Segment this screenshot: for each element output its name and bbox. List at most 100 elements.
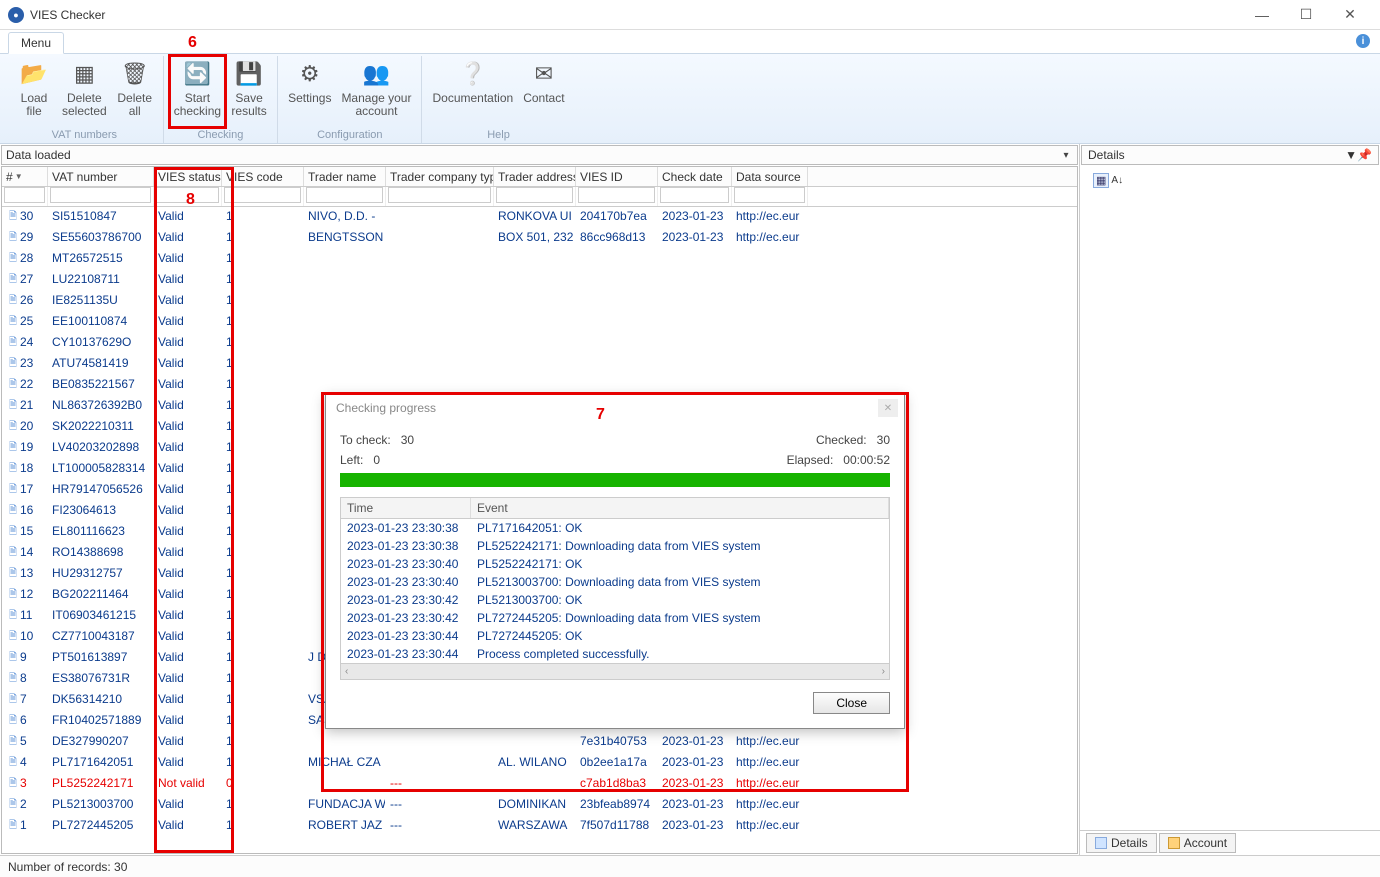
- left-value: 0: [373, 453, 380, 467]
- table-row[interactable]: 🗎25EE100110874Valid1: [2, 312, 1077, 333]
- ribbon-delete-selected[interactable]: ▦Delete selected: [58, 56, 111, 127]
- ribbon-start-checking[interactable]: 🔄Start checking: [170, 56, 225, 127]
- settings-label: Settings: [288, 92, 331, 105]
- table-row[interactable]: 🗎23ATU74581419Valid1: [2, 354, 1077, 375]
- ribbon-contact[interactable]: ✉Contact: [519, 56, 568, 127]
- cell: [386, 207, 494, 228]
- table-row[interactable]: 🗎24CY10137629OValid1: [2, 333, 1077, 354]
- cell: [386, 249, 494, 270]
- filter-input[interactable]: [50, 187, 151, 203]
- cell: Valid: [154, 249, 222, 270]
- cell: 1: [222, 312, 304, 333]
- cell: LV40203202898: [48, 438, 154, 459]
- table-row[interactable]: 🗎29SE55603786700Valid1BENGTSSONBOX 501, …: [2, 228, 1077, 249]
- column-header[interactable]: Trader address: [494, 167, 576, 186]
- cell: [494, 291, 576, 312]
- pin-icon[interactable]: 📌: [1357, 148, 1372, 162]
- table-row[interactable]: 🗎30SI51510847Valid1NIVO, D.D. -RONKOVA U…: [2, 207, 1077, 228]
- dropdown-icon[interactable]: ▼: [1345, 148, 1357, 162]
- minimize-button[interactable]: —: [1240, 1, 1284, 29]
- ribbon-save-results[interactable]: 💾Save results: [227, 56, 271, 127]
- cell: 🗎27: [2, 270, 48, 291]
- filter-input[interactable]: [734, 187, 805, 203]
- row-doc-icon: 🗎: [6, 650, 20, 667]
- filter-input[interactable]: [4, 187, 45, 203]
- column-header[interactable]: #▼: [2, 167, 48, 186]
- annotation-7: 7: [596, 406, 605, 424]
- cell: Valid: [154, 669, 222, 690]
- cell: 1: [222, 669, 304, 690]
- row-doc-icon: 🗎: [6, 524, 20, 541]
- ribbon-manage-account[interactable]: 👥Manage your account: [337, 56, 415, 127]
- cell: 1: [222, 627, 304, 648]
- table-row[interactable]: 🗎5DE327990207Valid17e31b407532023-01-23h…: [2, 732, 1077, 753]
- table-row[interactable]: 🗎4PL7171642051Valid1MICHAŁ CZAAL. WILANO…: [2, 753, 1077, 774]
- row-doc-icon: 🗎: [6, 398, 20, 415]
- load-file-label: Load file: [21, 92, 48, 118]
- table-row[interactable]: 🗎26IE8251135UValid1: [2, 291, 1077, 312]
- row-doc-icon: 🗎: [6, 230, 20, 247]
- cell: 🗎11: [2, 606, 48, 627]
- row-doc-icon: 🗎: [6, 209, 20, 226]
- cell: Valid: [154, 291, 222, 312]
- dialog-close-icon[interactable]: ✕: [878, 399, 898, 417]
- ribbon-documentation[interactable]: ❔Documentation: [428, 56, 517, 127]
- cell: SK2022210311: [48, 417, 154, 438]
- cell: 7e31b40753: [576, 732, 658, 753]
- info-icon[interactable]: i: [1356, 34, 1370, 48]
- table-row[interactable]: 🗎27LU22108711Valid1: [2, 270, 1077, 291]
- record-count: Number of records: 30: [8, 860, 127, 874]
- log-hscroll[interactable]: ‹›: [341, 663, 889, 679]
- filter-input[interactable]: [496, 187, 573, 203]
- ribbon-settings[interactable]: ⚙Settings: [284, 56, 335, 127]
- filter-input[interactable]: [578, 187, 655, 203]
- ribbon: 📂Load file▦Delete selected🗑Delete allVAT…: [0, 54, 1380, 144]
- row-doc-icon: 🗎: [6, 419, 20, 436]
- cell: Valid: [154, 648, 222, 669]
- log-header-event[interactable]: Event: [471, 498, 889, 518]
- filter-icon[interactable]: ▾: [1059, 148, 1073, 162]
- close-button[interactable]: ✕: [1328, 1, 1372, 29]
- filter-input[interactable]: [306, 187, 383, 203]
- cell: http://ec.eur: [732, 228, 808, 249]
- maximize-button[interactable]: ☐: [1284, 1, 1328, 29]
- cell: PL7171642051: [48, 753, 154, 774]
- column-header[interactable]: Trader company type: [386, 167, 494, 186]
- cell: [732, 312, 808, 333]
- filter-input[interactable]: [388, 187, 491, 203]
- cell: 🗎2: [2, 795, 48, 816]
- filter-input[interactable]: [660, 187, 729, 203]
- column-header[interactable]: VIES code: [222, 167, 304, 186]
- delete-all-label: Delete all: [117, 92, 152, 118]
- tab-account[interactable]: Account: [1159, 833, 1236, 853]
- column-header[interactable]: VIES ID: [576, 167, 658, 186]
- cell: 1: [222, 375, 304, 396]
- cell: [386, 375, 494, 396]
- ribbon-load-file[interactable]: 📂Load file: [12, 56, 56, 127]
- filter-input[interactable]: [224, 187, 301, 203]
- tab-details[interactable]: Details: [1086, 833, 1157, 853]
- cell: Valid: [154, 480, 222, 501]
- cell: 1: [222, 543, 304, 564]
- table-row[interactable]: 🗎2PL5213003700Valid1FUNDACJA W---DOMINIK…: [2, 795, 1077, 816]
- cell: 🗎14: [2, 543, 48, 564]
- table-row[interactable]: 🗎3PL5252242171Not valid0---c7ab1d8ba3202…: [2, 774, 1077, 795]
- cell: 2023-01-23: [658, 732, 732, 753]
- column-header[interactable]: Data source: [732, 167, 808, 186]
- dialog-close-button[interactable]: Close: [813, 692, 890, 714]
- column-header[interactable]: VAT number: [48, 167, 154, 186]
- cell: 1: [222, 291, 304, 312]
- table-row[interactable]: 🗎1PL7272445205Valid1ROBERT JAZ---WARSZAW…: [2, 816, 1077, 837]
- cell: 1: [222, 480, 304, 501]
- column-header[interactable]: VIES status: [154, 167, 222, 186]
- column-header[interactable]: Trader name: [304, 167, 386, 186]
- sort-az-button[interactable]: ▦ A↓: [1088, 170, 1128, 191]
- column-header[interactable]: Check date: [658, 167, 732, 186]
- cell: FI23064613: [48, 501, 154, 522]
- table-row[interactable]: 🗎28MT26572515Valid1: [2, 249, 1077, 270]
- delete-selected-icon: ▦: [68, 58, 100, 90]
- tab-menu[interactable]: Menu: [8, 32, 64, 54]
- table-row[interactable]: 🗎22BE0835221567Valid1: [2, 375, 1077, 396]
- log-header-time[interactable]: Time: [341, 498, 471, 518]
- ribbon-delete-all[interactable]: 🗑Delete all: [113, 56, 157, 127]
